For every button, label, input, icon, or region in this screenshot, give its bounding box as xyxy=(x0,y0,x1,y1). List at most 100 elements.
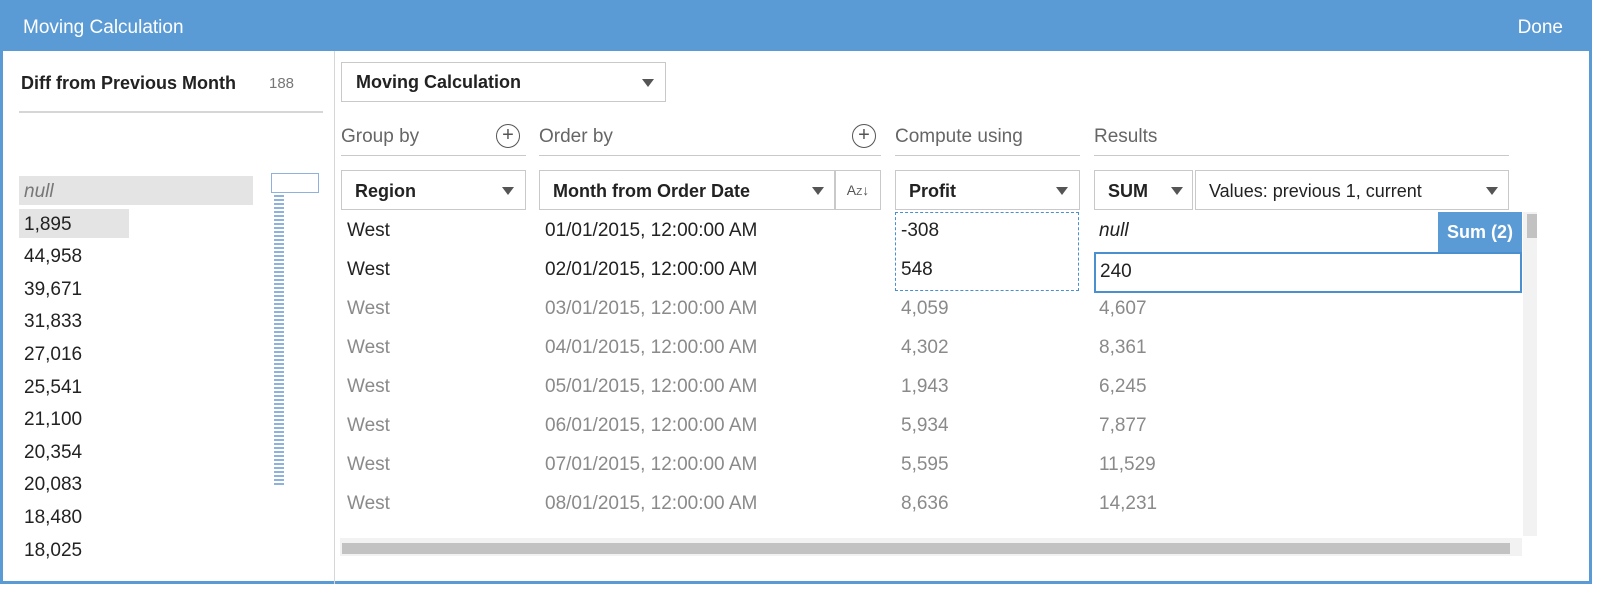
aggregation-value: SUM xyxy=(1108,181,1148,201)
date-cell: 07/01/2015, 12:00:00 AM xyxy=(545,454,758,475)
group-by-label: Group by xyxy=(341,126,420,147)
histogram-label: 18,480 xyxy=(24,506,83,528)
vertical-scrollbar-thumb[interactable] xyxy=(1527,214,1537,238)
date-cell: 06/01/2015, 12:00:00 AM xyxy=(545,415,758,436)
histogram-row[interactable]: 20,083 xyxy=(19,468,259,501)
selected-result-value: 240 xyxy=(1100,261,1132,282)
region-cell: West xyxy=(347,220,390,241)
date-cell: 02/01/2015, 12:00:00 AM xyxy=(545,259,758,280)
window-value: Values: previous 1, current xyxy=(1209,181,1422,201)
chevron-down-icon xyxy=(1171,187,1183,195)
compute-using-label: Compute using xyxy=(895,126,1023,147)
order-by-dropdown[interactable]: Month from Order Date xyxy=(539,170,835,210)
order-by-value: Month from Order Date xyxy=(553,181,751,201)
result-cell: 14,231 xyxy=(1099,493,1158,514)
region-cell: West xyxy=(347,376,390,397)
histogram-bar xyxy=(19,176,253,205)
date-cell: 03/01/2015, 12:00:00 AM xyxy=(545,298,758,319)
vertical-scrollbar[interactable] xyxy=(1523,212,1537,536)
histogram-label: 21,100 xyxy=(24,409,83,431)
profit-selection-box xyxy=(895,212,1079,291)
profit-cell: 5,934 xyxy=(901,415,949,436)
profit-cell: 1,943 xyxy=(901,376,949,397)
horizontal-scrollbar-thumb[interactable] xyxy=(342,543,1510,554)
field-header: Diff from Previous Month 188 xyxy=(19,69,323,113)
region-cell: West xyxy=(347,454,390,475)
table-row[interactable]: West 08/01/2015, 12:00:00 AM 8,636 14,231 xyxy=(340,485,1522,524)
profile-scroll-map[interactable] xyxy=(271,173,323,537)
histogram-row[interactable]: 18,025 xyxy=(19,534,259,567)
compute-using-dropdown[interactable]: Profit xyxy=(895,170,1080,210)
group-by-value: Region xyxy=(355,181,416,201)
value-histogram: null 1,895 44,958 39,671 31,833 27,016 25,541 2… xyxy=(19,175,259,566)
result-selected-cell[interactable]: 240 xyxy=(1094,252,1522,293)
histogram-row[interactable]: 18,480 xyxy=(19,501,259,534)
histogram-row[interactable]: 31,833 xyxy=(19,305,259,338)
region-cell: West xyxy=(347,337,390,358)
add-group-by-icon[interactable]: + xyxy=(496,124,520,148)
histogram-label: 39,671 xyxy=(24,278,83,300)
chevron-down-icon xyxy=(1056,187,1068,195)
histogram-row[interactable]: 1,895 xyxy=(19,208,259,241)
order-by-section: Order by + xyxy=(539,122,881,156)
results-section: Results xyxy=(1094,122,1509,156)
sort-ascending-button[interactable]: AZ↓ xyxy=(835,170,881,210)
histogram-label: 27,016 xyxy=(24,343,83,365)
result-cell: null xyxy=(1099,220,1129,241)
table-row[interactable]: West 07/01/2015, 12:00:00 AM 5,595 11,529 xyxy=(340,446,1522,485)
region-cell: West xyxy=(347,415,390,436)
results-label: Results xyxy=(1094,126,1158,147)
compute-using-section: Compute using xyxy=(895,122,1080,156)
table-row[interactable]: West 03/01/2015, 12:00:00 AM 4,059 4,607 xyxy=(340,290,1522,329)
horizontal-scrollbar[interactable] xyxy=(340,538,1522,556)
histogram-row[interactable]: 20,354 xyxy=(19,436,259,469)
histogram-label: 20,083 xyxy=(24,474,83,496)
histogram-row[interactable]: 44,958 xyxy=(19,240,259,273)
date-cell: 05/01/2015, 12:00:00 AM xyxy=(545,376,758,397)
add-order-by-icon[interactable]: + xyxy=(852,124,876,148)
date-cell: 08/01/2015, 12:00:00 AM xyxy=(545,493,758,514)
date-cell: 04/01/2015, 12:00:00 AM xyxy=(545,337,758,358)
result-cell: 4,607 xyxy=(1099,298,1147,319)
field-count: 188 xyxy=(269,75,295,92)
date-cell: 01/01/2015, 12:00:00 AM xyxy=(545,220,758,241)
calculation-type-dropdown[interactable]: Moving Calculation xyxy=(341,62,666,102)
dialog-title: Moving Calculation xyxy=(23,17,184,38)
result-cell: 7,877 xyxy=(1099,415,1147,436)
table-row[interactable]: West 04/01/2015, 12:00:00 AM 4,302 8,361 xyxy=(340,329,1522,368)
result-cell: 6,245 xyxy=(1099,376,1147,397)
done-button[interactable]: Done xyxy=(1518,17,1563,39)
histogram-row[interactable]: 39,671 xyxy=(19,273,259,306)
profit-cell: 4,302 xyxy=(901,337,949,358)
histogram-row[interactable]: null xyxy=(19,175,259,208)
table-row[interactable]: West 05/01/2015, 12:00:00 AM 1,943 6,245 xyxy=(340,368,1522,407)
profit-cell: 5,595 xyxy=(901,454,949,475)
calculation-type-value: Moving Calculation xyxy=(356,72,522,92)
order-by-label: Order by xyxy=(539,126,613,147)
group-by-dropdown[interactable]: Region xyxy=(341,170,526,210)
result-cell: 11,529 xyxy=(1099,454,1156,475)
scroll-map-lines xyxy=(274,175,284,487)
histogram-row[interactable]: 27,016 xyxy=(19,338,259,371)
region-cell: West xyxy=(347,298,390,319)
result-cell: 8,361 xyxy=(1099,337,1147,358)
region-cell: West xyxy=(347,259,390,280)
histogram-label: 25,541 xyxy=(24,376,83,398)
aggregation-dropdown[interactable]: SUM xyxy=(1094,170,1193,210)
table-row[interactable]: West 06/01/2015, 12:00:00 AM 5,934 7,877 xyxy=(340,407,1522,446)
histogram-label: 20,354 xyxy=(24,441,83,463)
dialog-titlebar: Moving Calculation Done xyxy=(3,3,1589,51)
chevron-down-icon xyxy=(642,79,654,87)
histogram-row[interactable]: 25,541 xyxy=(19,371,259,404)
profit-cell: 8,636 xyxy=(901,493,949,514)
histogram-label: 18,025 xyxy=(24,539,83,561)
scroll-map-thumb[interactable] xyxy=(271,173,319,193)
histogram-label: null xyxy=(24,181,54,202)
window-dropdown[interactable]: Values: previous 1, current xyxy=(1195,170,1509,210)
region-cell: West xyxy=(347,493,390,514)
profit-cell: 4,059 xyxy=(901,298,949,319)
field-profile-panel: Diff from Previous Month 188 null 1,895 44… xyxy=(3,51,335,584)
histogram-label: 31,833 xyxy=(24,311,83,333)
histogram-row[interactable]: 21,100 xyxy=(19,403,259,436)
chevron-down-icon xyxy=(1486,187,1498,195)
